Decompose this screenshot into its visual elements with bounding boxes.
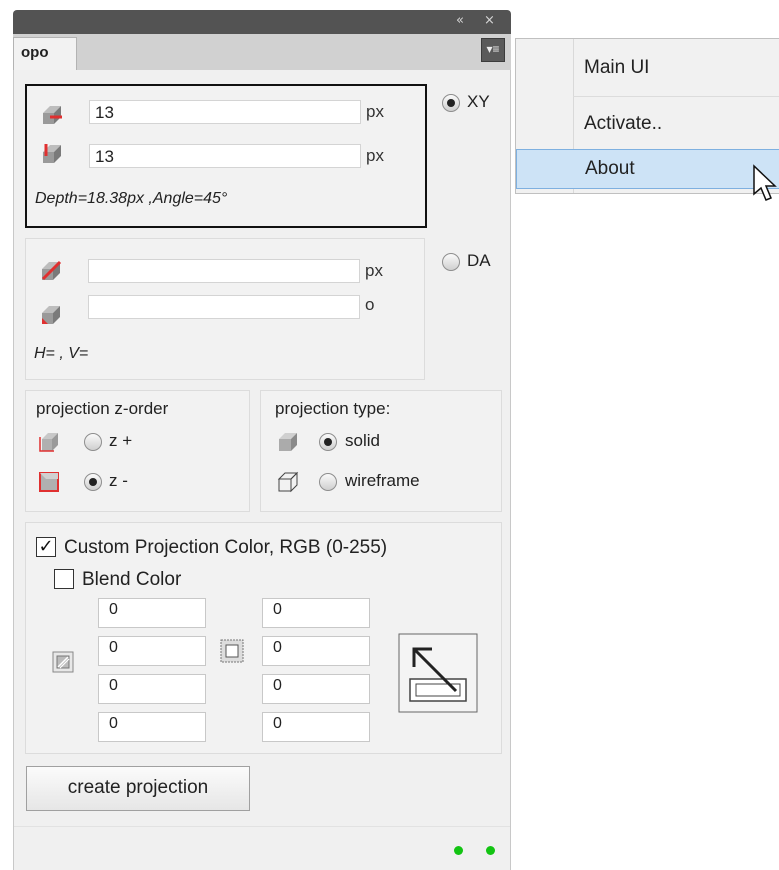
ptype-wireframe-radio[interactable]: [319, 473, 337, 491]
xy-summary-text: Depth=18.38px ,Angle=45°: [35, 190, 228, 207]
vertical-offset-icon: [43, 144, 61, 163]
back-green-input[interactable]: 0: [262, 636, 370, 666]
mouse-cursor-icon: [753, 164, 777, 201]
angle-input[interactable]: [88, 295, 360, 319]
front-red-input[interactable]: 0: [98, 598, 206, 628]
create-projection-button[interactable]: create projection: [26, 766, 250, 811]
horizontal-offset-input[interactable]: 13: [89, 100, 361, 124]
pick-color-icon[interactable]: [398, 633, 478, 713]
angle-unit-label: o: [365, 295, 375, 314]
solid-cube-icon: [279, 433, 297, 451]
angle-icon: [42, 306, 60, 324]
ptype-wireframe-label: wireframe: [345, 471, 420, 490]
zorder-section: projection z-order z + z -: [25, 390, 250, 512]
color-section: ✓ Custom Projection Color, RGB (0-255) B…: [25, 522, 502, 754]
depth-unit-label: px: [365, 261, 383, 280]
cube-back-icon: [39, 472, 59, 492]
menu-divider: [573, 96, 779, 97]
zorder-zminus-radio[interactable]: [84, 473, 102, 491]
menu-item-activate[interactable]: Activate..: [516, 104, 779, 144]
vertical-offset-input[interactable]: 13: [89, 144, 361, 168]
tab-opo[interactable]: opo: [13, 37, 77, 70]
depth-input[interactable]: [88, 259, 360, 283]
panel-menu-button[interactable]: ▾≡: [481, 38, 505, 62]
back-red-input[interactable]: 0: [262, 598, 370, 628]
collapse-icon[interactable]: «: [456, 13, 464, 29]
menu-item-about[interactable]: About: [516, 149, 779, 189]
back-alpha-input[interactable]: 0: [262, 712, 370, 742]
xy-radio-label: XY: [467, 92, 490, 111]
front-alpha-input[interactable]: 0: [98, 712, 206, 742]
depth-icon: [41, 260, 62, 281]
tab-bar: opo ▾≡: [13, 34, 511, 71]
status-dot: [454, 846, 463, 855]
front-green-input[interactable]: 0: [98, 636, 206, 666]
blend-color-checkbox[interactable]: [54, 569, 74, 589]
xy-radio[interactable]: [442, 94, 460, 112]
ptype-solid-radio[interactable]: [319, 433, 337, 451]
da-summary-text: H= , V=: [34, 345, 89, 362]
front-blue-input[interactable]: 0: [98, 674, 206, 704]
vertical-unit-label: px: [366, 146, 384, 165]
zorder-zplus-label: z +: [109, 431, 133, 450]
projection-type-section: projection type: solid wireframe: [260, 390, 502, 512]
zorder-zminus-label: z -: [109, 471, 128, 490]
horizontal-offset-icon: [43, 106, 62, 124]
panel-context-menu: Main UI Activate.. About: [515, 38, 779, 194]
footer-divider: [14, 826, 510, 827]
custom-color-checkbox[interactable]: ✓: [36, 537, 56, 557]
status-dot: [486, 846, 495, 855]
panel-title-bar[interactable]: « ×: [13, 10, 511, 34]
projection-type-title: projection type:: [275, 399, 391, 418]
menu-item-main-ui[interactable]: Main UI: [516, 48, 779, 88]
ptype-solid-label: solid: [345, 431, 380, 450]
da-radio[interactable]: [442, 253, 460, 271]
horizontal-unit-label: px: [366, 102, 384, 121]
close-icon[interactable]: ×: [484, 13, 495, 29]
custom-color-label: Custom Projection Color, RGB (0-255): [64, 537, 388, 558]
cube-front-icon: [39, 433, 58, 452]
zorder-title: projection z-order: [36, 399, 169, 418]
xy-section: 13 px 13 px Depth=18.38px ,Angle=45°: [25, 84, 427, 228]
blend-color-label: Blend Color: [82, 569, 182, 590]
back-blue-input[interactable]: 0: [262, 674, 370, 704]
back-color-swatch-icon[interactable]: [220, 639, 244, 663]
panel-body: 13 px 13 px Depth=18.38px ,Angle=45° XY …: [13, 70, 511, 870]
wireframe-cube-icon: [277, 471, 299, 493]
front-color-swatch-icon[interactable]: [52, 651, 74, 673]
da-section: px o H= , V=: [25, 238, 425, 380]
da-radio-label: DA: [467, 251, 491, 270]
zorder-zplus-radio[interactable]: [84, 433, 102, 451]
